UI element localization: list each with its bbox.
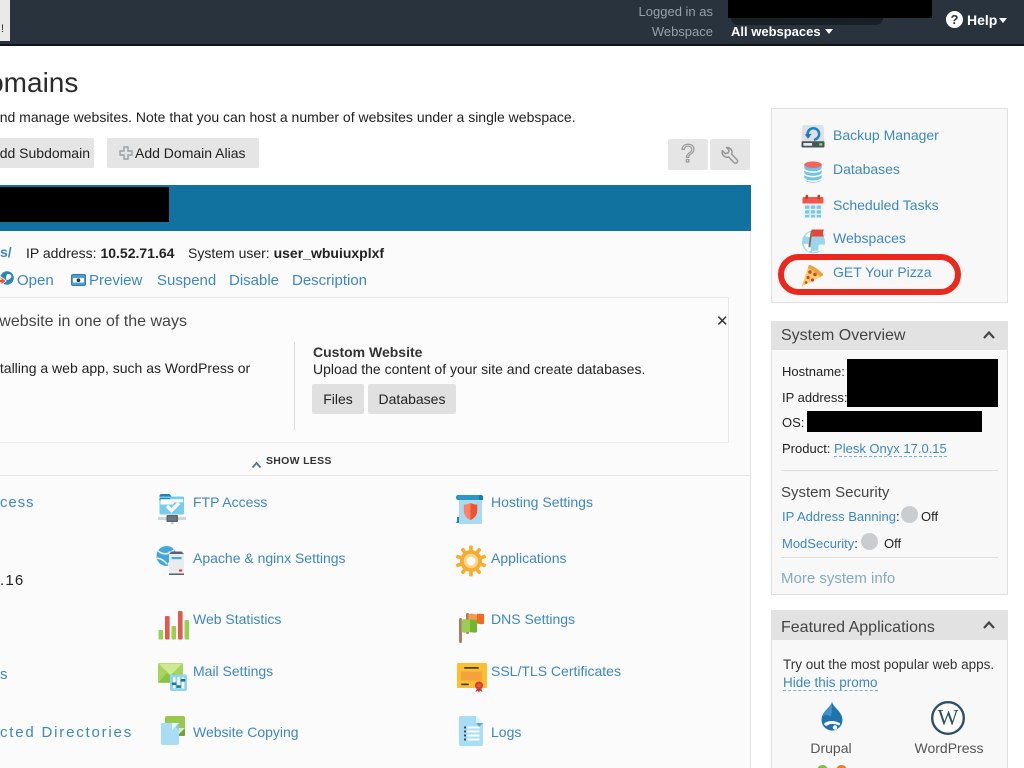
- svg-text:W: W: [938, 705, 959, 730]
